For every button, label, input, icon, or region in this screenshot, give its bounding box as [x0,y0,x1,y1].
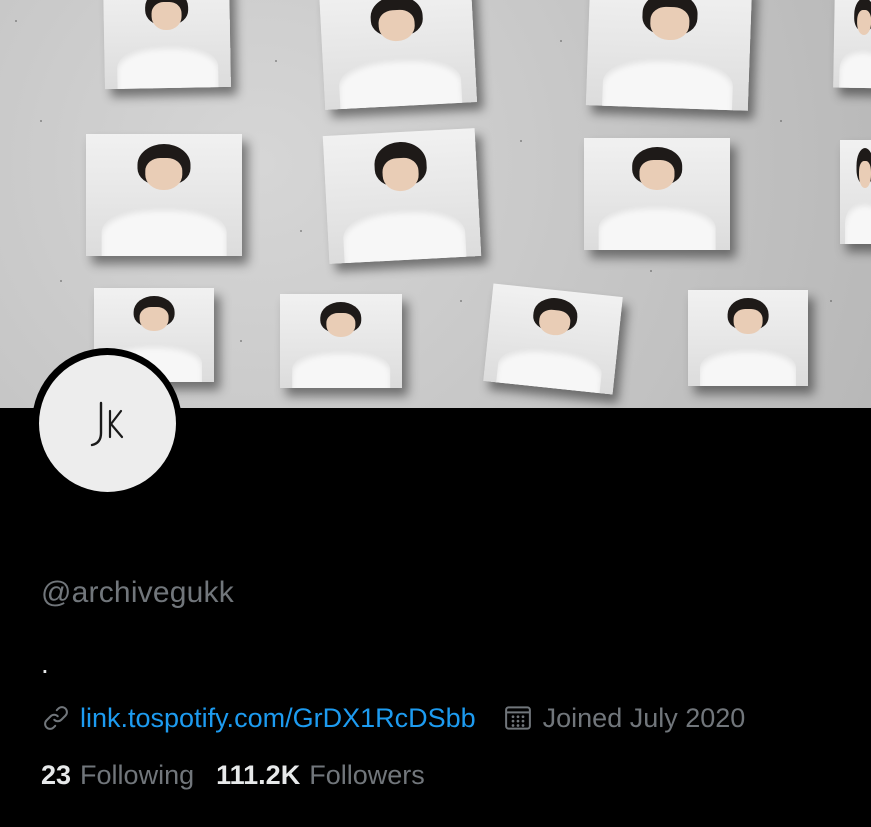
link-icon [41,703,71,733]
followers-label: Followers [309,760,425,790]
joined-date: Joined July 2020 [542,702,746,733]
banner-speck [780,120,782,122]
profile-handle: @archivegukk [41,576,234,609]
banner-speck [15,20,17,22]
banner-photo [840,140,871,244]
profile-banner[interactable] [0,0,871,408]
banner-photo [280,294,402,388]
banner-speck [275,60,277,62]
banner-speck [520,140,522,142]
profile-link[interactable]: link.tospotify.com/GrDX1RcDSbb [80,703,476,734]
banner-photo [688,290,808,386]
profile-meta: link.tospotify.com/GrDX1RcDSbb Joined Ju… [41,700,745,736]
banner-speck [460,300,462,302]
following-count: 23 [41,760,72,790]
profile-stats: 23 Following 111.2K Followers [41,760,425,791]
banner-speck [300,230,302,232]
banner-speck [40,120,42,122]
banner-photo [585,0,753,111]
banner-speck [60,280,62,282]
followers-link[interactable]: 111.2K Followers [216,760,425,791]
banner-speck [830,300,832,302]
followers-count: 111.2K [216,760,301,790]
banner-photo [322,128,482,264]
banner-photo [833,0,871,89]
banner-photo [103,0,231,90]
banner-speck [650,270,652,272]
avatar-image [38,354,176,492]
following-link[interactable]: 23 Following [41,760,194,791]
banner-photo [86,134,242,256]
calendar-icon [503,703,533,733]
banner-speck [560,40,562,42]
banner-photo [584,138,730,250]
jk-monogram-logo [90,401,124,447]
banner-speck [240,340,242,342]
banner-photo [318,0,478,110]
profile-bio: . [41,648,49,679]
following-label: Following [80,760,195,790]
banner-photo [483,283,623,395]
profile-avatar[interactable] [32,348,182,498]
